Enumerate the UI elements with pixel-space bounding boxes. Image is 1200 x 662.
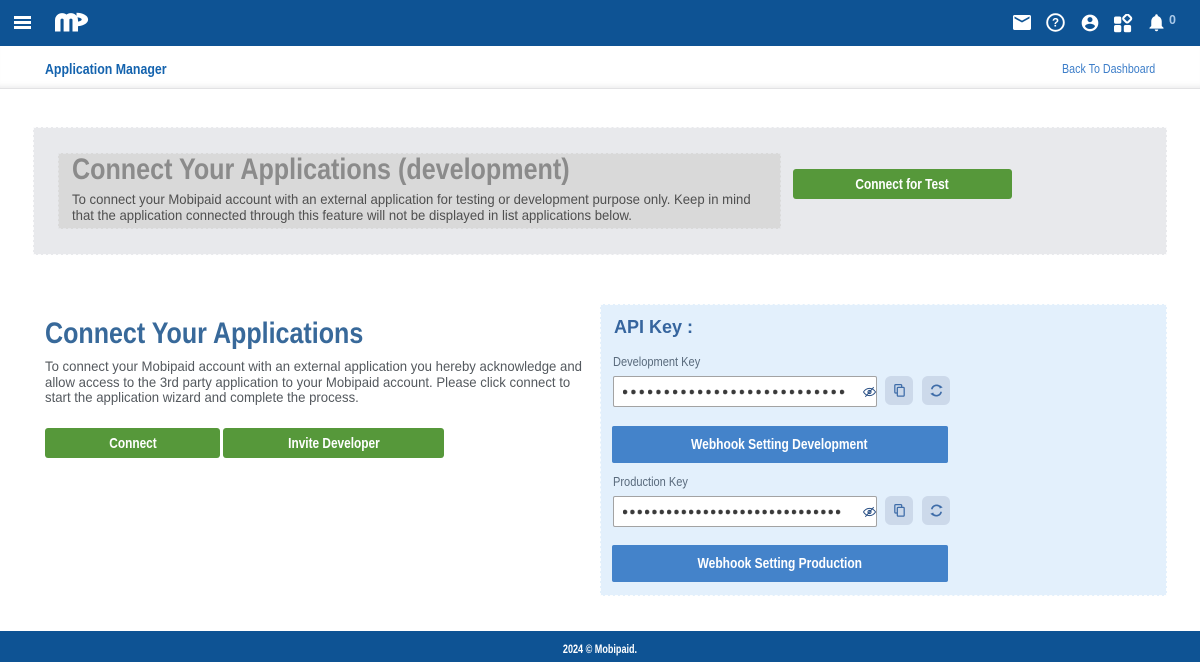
svg-text:?: ? (1052, 18, 1059, 30)
